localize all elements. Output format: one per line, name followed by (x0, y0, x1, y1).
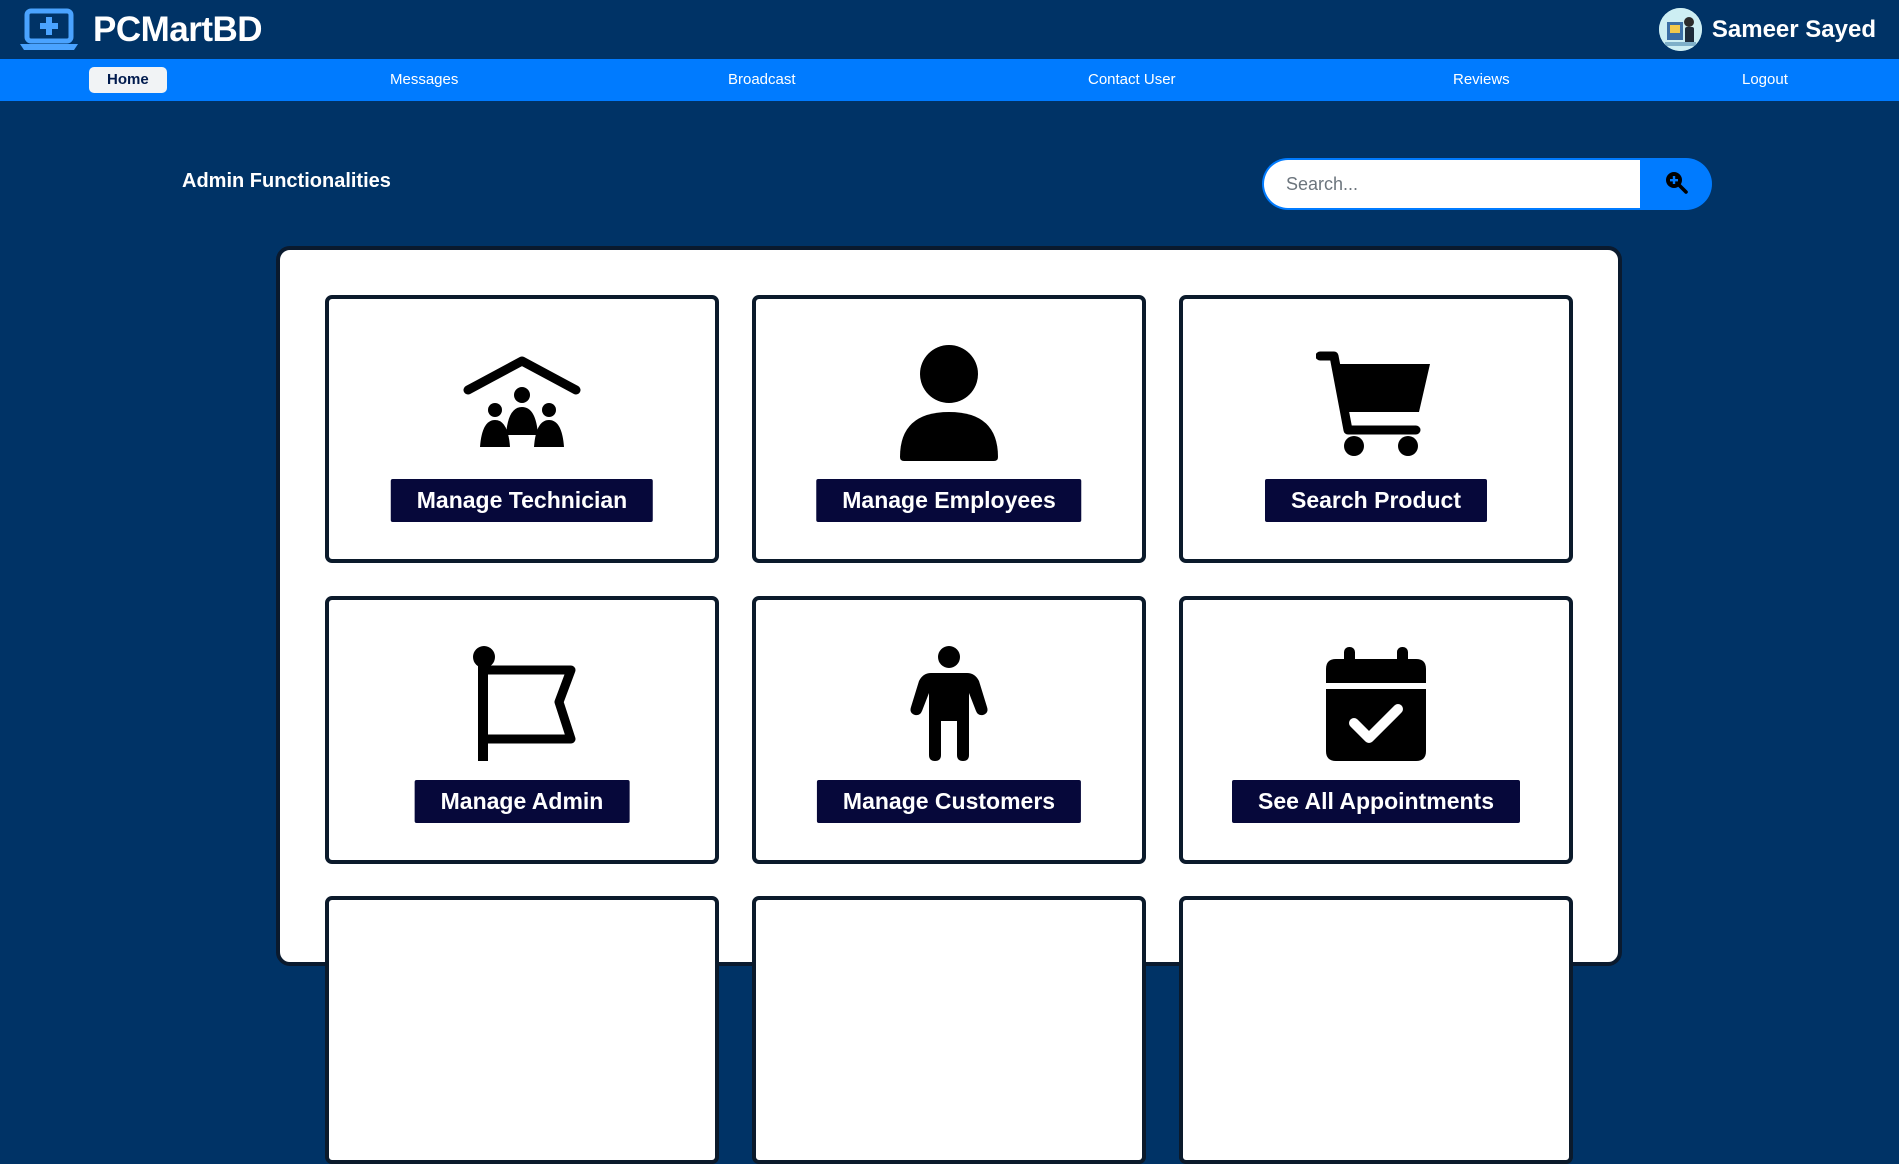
nav-logout[interactable]: Logout (1742, 67, 1788, 93)
calendar-check-icon (1183, 644, 1569, 764)
flag-icon (329, 644, 715, 764)
nav-bar: Home Messages Broadcast Contact User Rev… (0, 59, 1899, 101)
technician-group-icon (329, 343, 715, 463)
nav-broadcast[interactable]: Broadcast (728, 67, 796, 93)
card-search-product[interactable]: Search Product (1179, 295, 1573, 563)
see-all-appointments-button[interactable]: See All Appointments (1232, 780, 1520, 823)
nav-contact-user[interactable]: Contact User (1088, 67, 1176, 93)
search-bar (1262, 158, 1712, 210)
laptop-plus-icon[interactable] (20, 8, 78, 54)
shopping-cart-icon (1183, 343, 1569, 463)
card-manage-technician[interactable]: Manage Technician (325, 295, 719, 563)
user-profile[interactable]: Sameer Sayed (1658, 8, 1876, 51)
card-manage-admin[interactable]: Manage Admin (325, 596, 719, 864)
page-title: Admin Functionalities (182, 170, 391, 192)
search-product-button[interactable]: Search Product (1265, 479, 1487, 522)
card-more-3[interactable] (1179, 896, 1573, 1164)
header: PCMartBD Sameer Sayed (0, 0, 1899, 59)
avatar[interactable] (1658, 8, 1702, 51)
card-manage-employees[interactable]: Manage Employees (752, 295, 1146, 563)
manage-customers-button[interactable]: Manage Customers (816, 780, 1082, 823)
manage-technician-button[interactable]: Manage Technician (390, 479, 654, 522)
card-see-all-appointments[interactable]: See All Appointments (1179, 596, 1573, 864)
admin-functions-panel: Manage Technician Manage Employees Searc… (276, 246, 1622, 1164)
brand-name[interactable]: PCMartBD (93, 10, 263, 50)
search-input[interactable] (1262, 158, 1640, 210)
card-more-2[interactable] (752, 896, 1146, 1164)
nav-reviews[interactable]: Reviews (1453, 67, 1510, 93)
search-plus-icon (1663, 169, 1689, 200)
user-name: Sameer Sayed (1711, 15, 1876, 43)
card-manage-customers[interactable]: Manage Customers (752, 596, 1146, 864)
search-button[interactable] (1640, 158, 1712, 210)
card-more-1[interactable] (325, 896, 719, 1164)
person-standing-icon (756, 644, 1142, 764)
manage-employees-button[interactable]: Manage Employees (816, 479, 1082, 522)
nav-home[interactable]: Home (89, 67, 167, 93)
person-icon (756, 343, 1142, 463)
nav-messages[interactable]: Messages (390, 67, 458, 93)
manage-admin-button[interactable]: Manage Admin (414, 780, 630, 823)
